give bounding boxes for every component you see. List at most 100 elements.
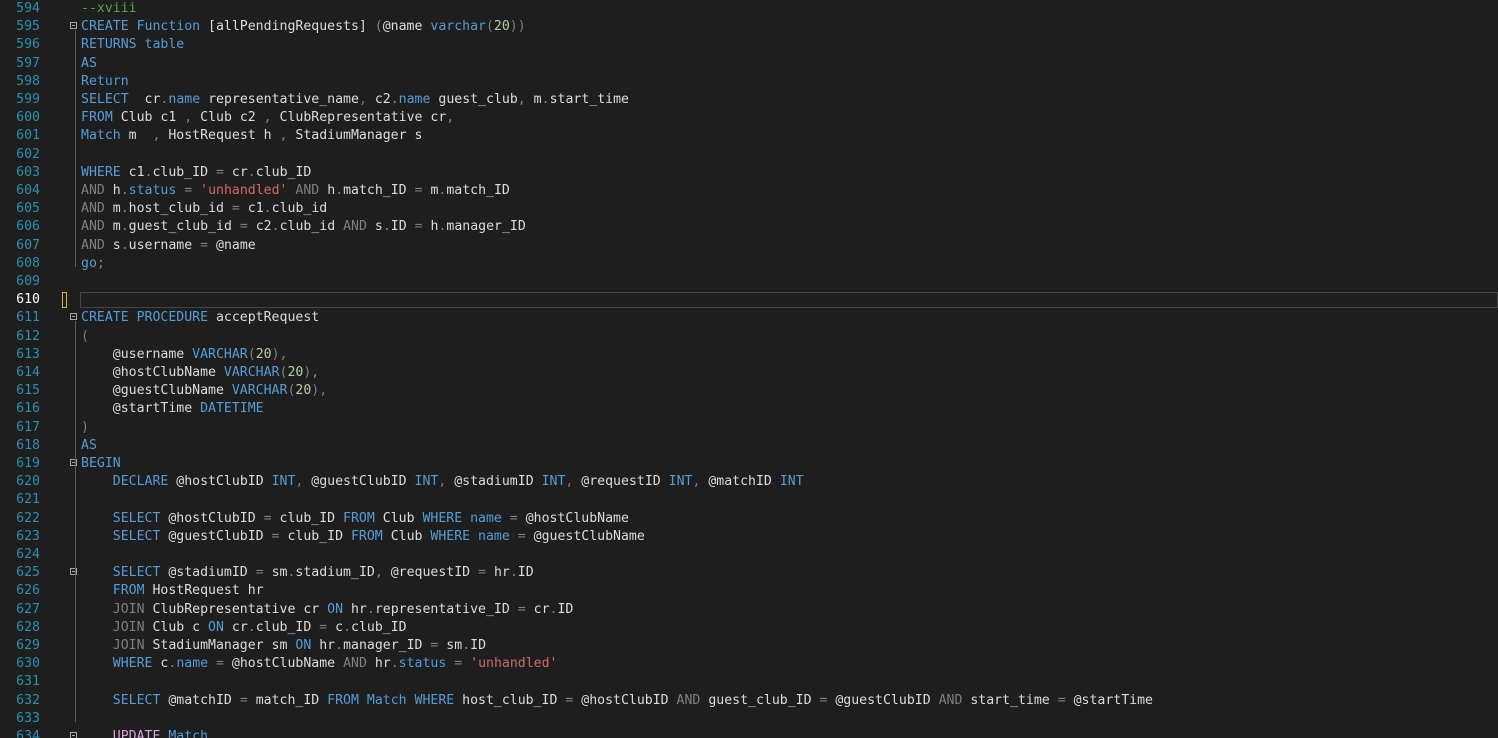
code-line[interactable]: 618 AS: [0, 437, 1498, 455]
line-number: 607: [16, 237, 40, 253]
code-line[interactable]: 615 @guestClubName VARCHAR(20),: [0, 382, 1498, 400]
code-line[interactable]: 594 --xviii: [0, 0, 1498, 18]
code-token: name: [398, 92, 439, 107]
code-line[interactable]: 613 @username VARCHAR(20),: [0, 346, 1498, 364]
code-line[interactable]: 633: [0, 710, 1498, 728]
code-line[interactable]: 617): [0, 419, 1498, 437]
code-line[interactable]: 611 CREATE PROCEDURE acceptRequest: [0, 309, 1498, 327]
collapse-icon[interactable]: [70, 732, 77, 738]
code-line[interactable]: 614 @hostClubName VARCHAR(20),: [0, 364, 1498, 382]
code-token: AND: [81, 201, 113, 217]
code-token: .: [271, 219, 280, 235]
code-token: Club c1: [120, 110, 185, 126]
code-token: host_club_id: [128, 201, 232, 217]
code-token: =: [565, 692, 582, 708]
code-line[interactable]: 607 AND s.username = @name: [0, 237, 1498, 255]
line-number: 612: [16, 328, 40, 344]
code-line[interactable]: 603 WHERE c1.club_ID = cr.club_ID: [0, 164, 1498, 182]
code-line[interactable]: 598 Return: [0, 73, 1498, 91]
code-line[interactable]: 625 SELECT @stadiumID = sm. stadium_ID, @…: [0, 564, 1498, 582]
code-token: 'unhandled': [470, 656, 558, 672]
code-line[interactable]: 634 UPDATE Match: [0, 728, 1498, 738]
code-token: name: [176, 656, 217, 672]
code-line[interactable]: 608 go;: [0, 255, 1498, 273]
code-token: s: [112, 237, 121, 253]
code-line[interactable]: 629 JOIN StadiumManager sm ON hr.manager…: [0, 637, 1498, 655]
code-line[interactable]: 601 Match m , HostRequest h , StadiumMana…: [0, 127, 1498, 145]
code-line[interactable]: 621: [0, 491, 1498, 509]
code-token: h: [112, 183, 121, 198]
code-line[interactable]: 599 SELECT cr.name representative_name, c…: [0, 91, 1498, 109]
code-token: @stadiumID: [168, 565, 256, 581]
code-token: Club: [382, 510, 423, 526]
code-line[interactable]: 628 JOIN Club c ON cr.club_ID = c.club_I…: [0, 619, 1498, 637]
line-number: 615: [16, 383, 40, 399]
code-line[interactable]: 604 AND h.status = 'unhandled' AND h.matc…: [0, 182, 1498, 200]
code-token: =: [1057, 692, 1074, 708]
code-line[interactable]: 616 @startTime DATETIME: [0, 400, 1498, 418]
code-token: m: [533, 92, 542, 107]
code-token: UPDATE: [112, 729, 169, 738]
code-text: DECLARE @hostClubID INT, @guestClubID IN…: [81, 473, 804, 491]
code-line[interactable]: 626 FROM HostRequest hr: [0, 582, 1498, 600]
code-line[interactable]: 619 BEGIN: [0, 455, 1498, 473]
code-line[interactable]: 620 DECLARE @hostClubID INT, @guestClubI…: [0, 473, 1498, 491]
code-token: .: [120, 237, 129, 253]
code-token: m: [112, 201, 121, 217]
code-line[interactable]: 597 AS: [0, 55, 1498, 73]
code-token: =: [819, 692, 836, 708]
code-line[interactable]: 623 SELECT @guestClubID = club_ID FROM C…: [0, 528, 1498, 546]
code-token: host_club_ID: [462, 692, 566, 708]
code-token: WHERE: [112, 656, 161, 672]
code-line[interactable]: 595 CREATE Function [allPendingRequests] …: [0, 18, 1498, 36]
code-token: FROM: [112, 583, 153, 599]
code-line[interactable]: 606 AND m.guest_club_id = c2.club_id AND …: [0, 218, 1498, 236]
code-line[interactable]: 600 FROM Club c1 , Club c2 , ClubRepresen…: [0, 109, 1498, 127]
code-token: name: [478, 528, 518, 544]
code-token: @guestClubID: [311, 474, 415, 490]
code-token: FROM: [327, 692, 367, 708]
code-line[interactable]: 605 AND m.host_club_id = c1.club_id: [0, 200, 1498, 218]
code-token: StadiumManager s: [295, 128, 423, 144]
code-token: =: [216, 164, 232, 180]
code-line[interactable]: 612 (: [0, 328, 1498, 346]
code-line[interactable]: 632 SELECT @matchID = match_ID FROM Matc…: [0, 692, 1498, 710]
code-line[interactable]: 596 RETURNS table: [0, 36, 1498, 54]
code-line[interactable]: 627 JOIN ClubRepresentative cr ON hr.rep…: [0, 601, 1498, 619]
code-token: =: [216, 656, 232, 672]
line-number: 619: [16, 456, 40, 471]
code-token: ),: [311, 383, 328, 399]
code-token: sm: [446, 638, 463, 653]
line-number: 598: [16, 73, 40, 89]
code-line[interactable]: 610: [0, 291, 1498, 309]
code-token: @hostClubID: [581, 692, 677, 708]
code-text: @startTime DATETIME: [81, 400, 264, 418]
code-line[interactable]: 631: [0, 673, 1498, 691]
code-token: .: [263, 201, 272, 217]
code-token: @hostClubName: [525, 510, 629, 526]
code-line[interactable]: 630 WHERE c.name = @hostClubName AND hr.…: [0, 655, 1498, 673]
code-token: cr: [231, 164, 248, 180]
collapse-icon[interactable]: [70, 22, 77, 30]
code-token: ,: [692, 474, 709, 490]
code-token: m: [112, 219, 121, 235]
code-line[interactable]: 602: [0, 146, 1498, 164]
code-token: =: [263, 510, 280, 526]
code-editor[interactable]: 594 --xviii 595 CREATE Function [allPending…: [0, 0, 1498, 738]
code-line[interactable]: 609: [0, 273, 1498, 291]
code-token: m: [128, 128, 153, 144]
code-token: (: [374, 19, 383, 35]
code-line[interactable]: 624: [0, 546, 1498, 564]
code-token: INT: [779, 474, 804, 490]
code-text: AND m.guest_club_id = c2.club_id AND s.I…: [81, 218, 526, 236]
code-text: FROM Club c1 , Club c2 , ClubRepresentat…: [81, 109, 454, 127]
code-token: =: [255, 565, 272, 581]
code-line[interactable]: 622 SELECT @hostClubID = club_ID FROM Cl…: [0, 510, 1498, 528]
line-number: 614: [16, 365, 40, 380]
collapse-icon[interactable]: [70, 313, 77, 321]
code-token: WHERE: [81, 164, 129, 180]
